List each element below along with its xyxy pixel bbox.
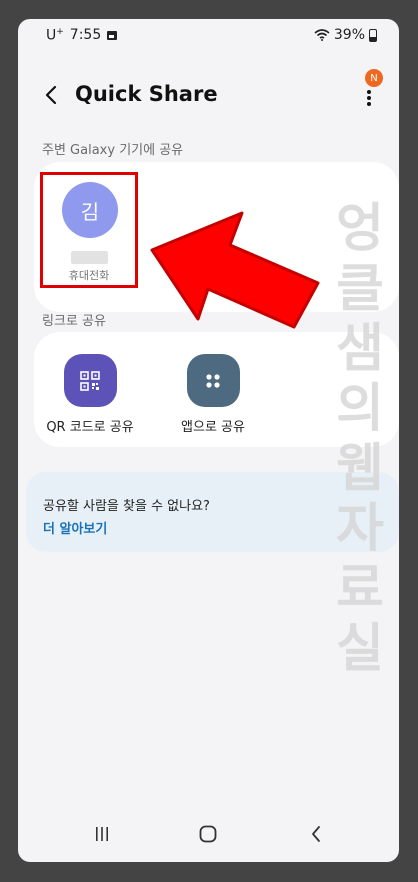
watermark-text: 엉클샘의웹자료실 <box>336 199 384 679</box>
app-share-button[interactable]: 앱으로 공유 <box>153 354 273 435</box>
phone-screen: U+ 7:55 39% Quick Share N 주변 Galaxy 기기에 … <box>18 19 399 862</box>
qr-share-label: QR 코드로 공유 <box>46 420 134 435</box>
navigation-bar <box>18 814 399 854</box>
carrier-label: U+ <box>46 27 64 44</box>
home-button[interactable] <box>188 820 228 848</box>
learn-more-link[interactable]: 더 알아보기 <box>43 518 107 537</box>
link-section-label: 링크로 공유 <box>42 314 106 329</box>
nav-back-button[interactable] <box>296 820 336 848</box>
app-share-label: 앱으로 공유 <box>181 420 245 435</box>
qr-share-button[interactable]: QR 코드로 공유 <box>30 354 150 435</box>
recent-apps-icon <box>96 827 108 841</box>
notification-badge: N <box>365 69 383 87</box>
battery-percent: 39% <box>333 27 365 43</box>
back-button[interactable] <box>36 78 66 112</box>
home-icon <box>199 825 217 843</box>
contact-avatar[interactable]: 김 <box>62 182 118 238</box>
status-time: 7:55 <box>69 27 102 44</box>
battery-icon <box>369 28 377 42</box>
recent-apps-button[interactable] <box>82 820 122 848</box>
qr-code-icon <box>63 354 117 407</box>
nearby-section-label: 주변 Galaxy 기기에 공유 <box>42 143 184 158</box>
status-bar: U+ 7:55 39% <box>18 19 399 51</box>
red-arrow-icon <box>150 211 320 329</box>
app-bar: Quick Share <box>18 74 399 118</box>
contact-name-blurred <box>71 251 108 264</box>
back-icon <box>312 826 320 842</box>
apps-icon <box>186 354 240 407</box>
gallery-notification-icon <box>107 30 118 40</box>
contact-device-type: 휴대전화 <box>68 269 110 282</box>
page-title: Quick Share <box>75 82 218 106</box>
chevron-left-icon <box>45 85 57 105</box>
wifi-icon <box>314 29 330 41</box>
help-question: 공유할 사람을 찾을 수 없나요? <box>43 499 210 514</box>
